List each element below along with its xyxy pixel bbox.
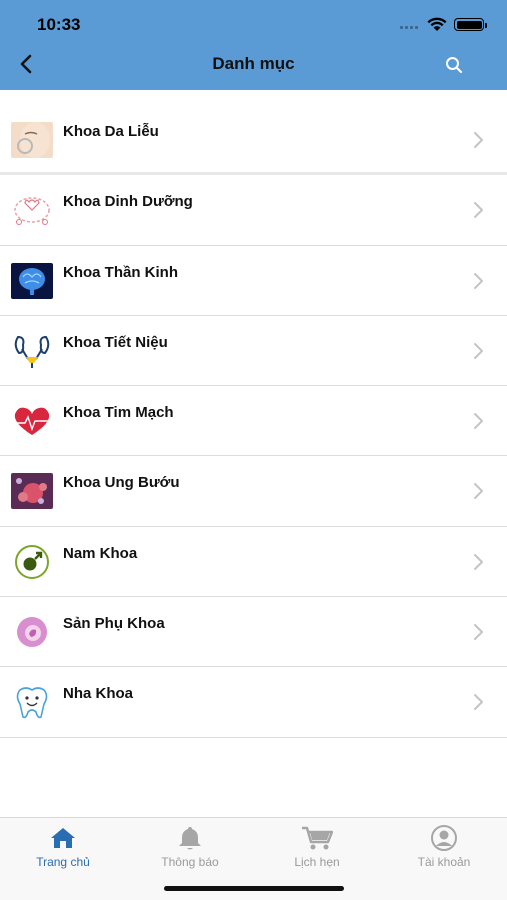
category-label: Khoa Ung Bướu	[63, 474, 180, 492]
tab-appointments[interactable]: Lịch hẹn	[254, 824, 380, 869]
chevron-right-icon	[474, 342, 483, 359]
list-item[interactable]: Nha Khoa	[0, 667, 507, 738]
category-label: Khoa Tiết Niệu	[63, 333, 168, 351]
chevron-right-icon	[474, 624, 483, 641]
list-item[interactable]: Nam Khoa	[0, 526, 507, 598]
tab-label: Tài khoản	[417, 855, 471, 869]
battery-icon	[454, 18, 487, 31]
chevron-right-icon	[474, 483, 483, 500]
tab-label: Trang chủ	[36, 855, 90, 869]
cellular-signal-icon	[400, 26, 418, 29]
nav-header: 10:33 Danh mục	[0, 0, 507, 90]
page-title: Danh mục	[212, 54, 295, 73]
bell-icon	[179, 827, 201, 850]
list-item[interactable]: Khoa Ung Bướu	[0, 456, 507, 527]
search-icon	[446, 57, 462, 73]
chevron-right-icon	[474, 272, 483, 289]
category-label: Nam Khoa	[63, 544, 138, 562]
category-label: Sản Phụ Khoa	[63, 615, 165, 633]
heart-icon	[11, 403, 53, 440]
category-label: Khoa Thần Kinh	[63, 263, 178, 281]
chevron-right-icon	[474, 202, 483, 219]
search-button[interactable]	[440, 51, 468, 79]
chevron-right-icon	[474, 413, 483, 430]
list-item[interactable]: Khoa Tiết Niệu	[0, 315, 507, 387]
tab-label: Thông báo	[161, 855, 219, 869]
tab-account[interactable]: Tài khoản	[381, 824, 507, 869]
tooth-icon	[11, 684, 53, 721]
brain-icon	[11, 262, 53, 299]
chevron-right-icon	[474, 132, 483, 148]
status-time: 10:33	[37, 15, 81, 34]
male-symbol-icon	[11, 543, 53, 580]
pregnancy-icon	[11, 614, 53, 651]
tab-notifications[interactable]: Thông báo	[127, 824, 253, 869]
tab-label: Lịch hẹn	[294, 855, 340, 869]
home-icon	[51, 828, 75, 848]
tumor-cell-icon	[11, 473, 53, 510]
category-label: Khoa Dinh Dưỡng	[63, 193, 193, 211]
list-item[interactable]: Khoa Dinh Dưỡng	[0, 175, 507, 246]
category-list: Khoa Da Liễu Khoa Dinh Dưỡng Khoa Thần K…	[0, 105, 507, 738]
home-indicator	[164, 886, 344, 891]
list-item[interactable]: Khoa Thần Kinh	[0, 245, 507, 316]
chevron-right-icon	[474, 553, 483, 570]
wifi-icon	[427, 17, 447, 31]
tab-home[interactable]: Trang chủ	[0, 824, 126, 869]
category-label: Khoa Tim Mạch	[63, 404, 174, 422]
user-icon	[431, 825, 457, 851]
list-item[interactable]: Sản Phụ Khoa	[0, 597, 507, 668]
category-label: Khoa Da Liễu	[63, 123, 159, 140]
cart-icon	[302, 826, 333, 850]
kidney-icon	[11, 332, 53, 369]
list-item[interactable]: Khoa Tim Mạch	[0, 386, 507, 457]
face-skin-icon	[11, 122, 53, 158]
nutrition-icon	[11, 192, 53, 229]
list-item[interactable]: Khoa Da Liễu	[0, 105, 507, 176]
category-label: Nha Khoa	[63, 685, 134, 703]
chevron-right-icon	[474, 694, 483, 711]
